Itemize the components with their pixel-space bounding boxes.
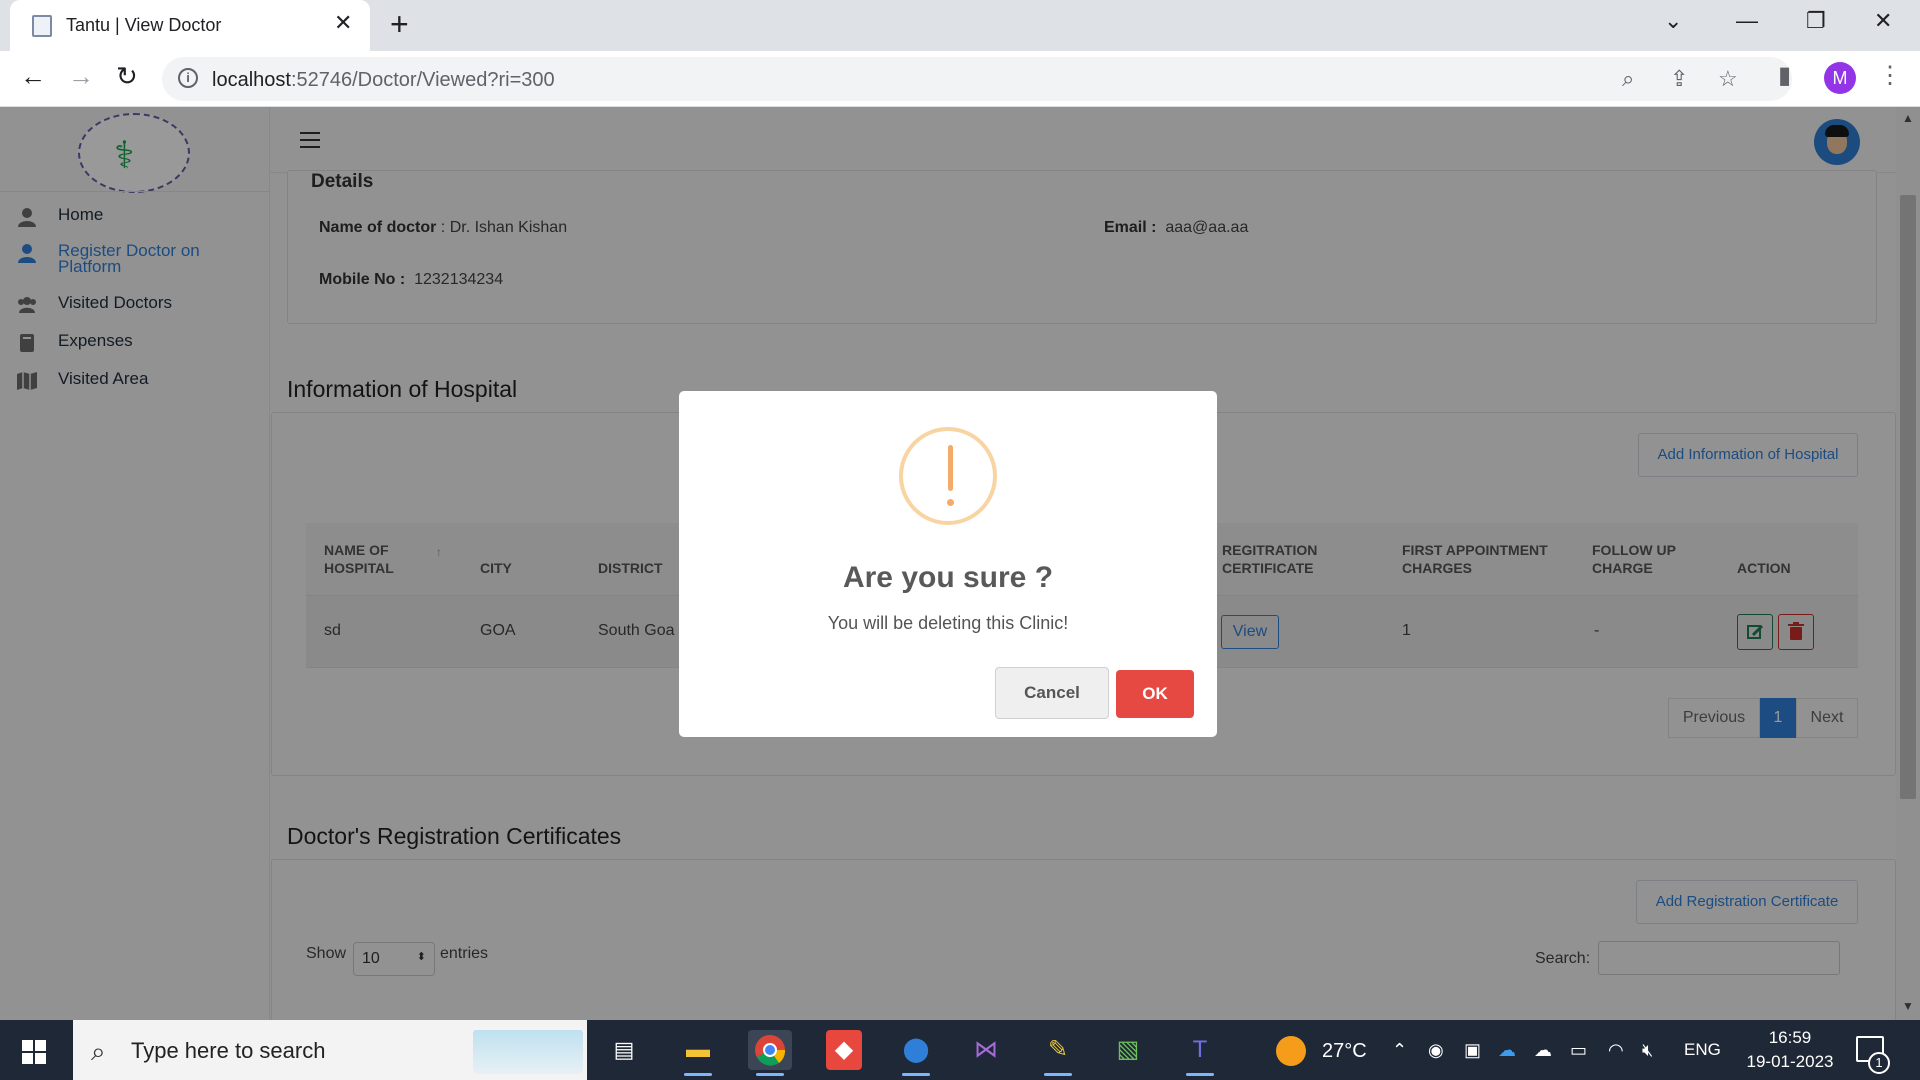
- minimize-icon[interactable]: —: [1736, 8, 1758, 34]
- chrome-logo: [755, 1035, 786, 1066]
- weather-icon[interactable]: [1276, 1036, 1306, 1066]
- warning-icon-bar: [948, 445, 953, 491]
- window-close-icon[interactable]: ✕: [1874, 8, 1892, 34]
- reload-icon[interactable]: ↻: [116, 61, 138, 92]
- zoom-icon[interactable]: ⌕: [1622, 66, 1634, 92]
- new-tab-icon[interactable]: +: [390, 6, 409, 43]
- mute-speaker-icon[interactable]: 🔇︎: [1642, 1040, 1653, 1061]
- profile-avatar[interactable]: M: [1824, 62, 1856, 94]
- restore-icon[interactable]: ❐: [1806, 8, 1826, 34]
- warning-icon: [899, 427, 997, 525]
- chrome-icon[interactable]: [748, 1030, 792, 1076]
- task-view-icon[interactable]: ▤: [602, 1030, 646, 1070]
- browser-tab[interactable]: Tantu | View Doctor ✕: [10, 0, 370, 51]
- chevron-down-icon[interactable]: ⌄: [1664, 8, 1682, 34]
- cloud-icon[interactable]: ☁: [1534, 1040, 1552, 1061]
- search-icon: ⌕: [91, 1036, 106, 1066]
- cancel-button[interactable]: Cancel: [995, 667, 1109, 719]
- dialog-title: Are you sure ?: [842, 561, 1054, 594]
- clock-time: 16:59: [1768, 1028, 1812, 1047]
- search-highlight-image: [473, 1030, 583, 1074]
- language-indicator[interactable]: ENG: [1684, 1040, 1721, 1060]
- tab-title: Tantu | View Doctor: [66, 15, 222, 35]
- back-icon[interactable]: ←: [20, 61, 46, 92]
- url-text[interactable]: localhost:52746/Doctor/Viewed?ri=300: [212, 69, 555, 92]
- bookmark-star-icon[interactable]: ☆: [1718, 66, 1738, 92]
- taskbar-search-box[interactable]: ⌕ Type here to search: [73, 1020, 587, 1080]
- document-icon: [32, 15, 52, 37]
- wifi-icon[interactable]: ◠: [1608, 1040, 1624, 1061]
- file-explorer-icon[interactable]: ▬: [676, 1030, 720, 1076]
- browser-tab-strip: Tantu | View Doctor ✕ + ⌄ — ❐ ✕: [0, 0, 1920, 51]
- record-icon[interactable]: ◉: [1428, 1040, 1444, 1061]
- forward-icon[interactable]: →: [68, 61, 94, 92]
- warning-icon-dot: [947, 499, 954, 506]
- close-tab-icon[interactable]: ✕: [334, 10, 352, 36]
- windows-taskbar: ⌕ Type here to search ▤ ▬ ◆ ⬤ ⋈ ✎ ▧ T 27…: [0, 1020, 1920, 1080]
- notification-count: 1: [1868, 1052, 1890, 1074]
- confirm-delete-dialog: Are you sure ? You will be deleting this…: [679, 391, 1217, 737]
- visual-studio-icon[interactable]: ⋈: [964, 1030, 1008, 1070]
- chevron-up-icon[interactable]: ⌃: [1392, 1040, 1407, 1061]
- anydesk-icon[interactable]: ◆: [826, 1030, 862, 1070]
- browser-toolbar: ← → ↻ i localhost:52746/Doctor/Viewed?ri…: [0, 51, 1920, 107]
- side-panel-icon[interactable]: ▮: [1778, 61, 1791, 90]
- meet-icon[interactable]: ▣: [1464, 1040, 1481, 1061]
- temperature[interactable]: 27°C: [1322, 1040, 1367, 1063]
- tools-app-icon[interactable]: ✎: [1036, 1030, 1080, 1076]
- image-editor-icon[interactable]: ▧: [1106, 1030, 1150, 1070]
- share-icon[interactable]: ⇪: [1670, 66, 1688, 92]
- taskbar-search-placeholder: Type here to search: [131, 1038, 326, 1063]
- maps-pin-icon[interactable]: ⬤: [894, 1030, 938, 1076]
- onedrive-icon[interactable]: ☁: [1498, 1040, 1516, 1061]
- ok-button[interactable]: OK: [1116, 670, 1194, 718]
- teams-icon[interactable]: T: [1178, 1030, 1222, 1076]
- info-icon[interactable]: i: [178, 68, 198, 88]
- battery-icon[interactable]: ▭: [1570, 1040, 1587, 1061]
- dialog-message: You will be deleting this Clinic!: [827, 613, 1069, 633]
- menu-kebab-icon[interactable]: ⋮: [1878, 61, 1902, 90]
- clock-date: 19-01-2023: [1746, 1052, 1834, 1071]
- windows-start-icon[interactable]: [22, 1040, 46, 1064]
- address-bar[interactable]: i localhost:52746/Doctor/Viewed?ri=300 ⌕…: [162, 57, 1792, 101]
- taskbar-clock[interactable]: 16:59 19-01-2023: [1740, 1026, 1840, 1074]
